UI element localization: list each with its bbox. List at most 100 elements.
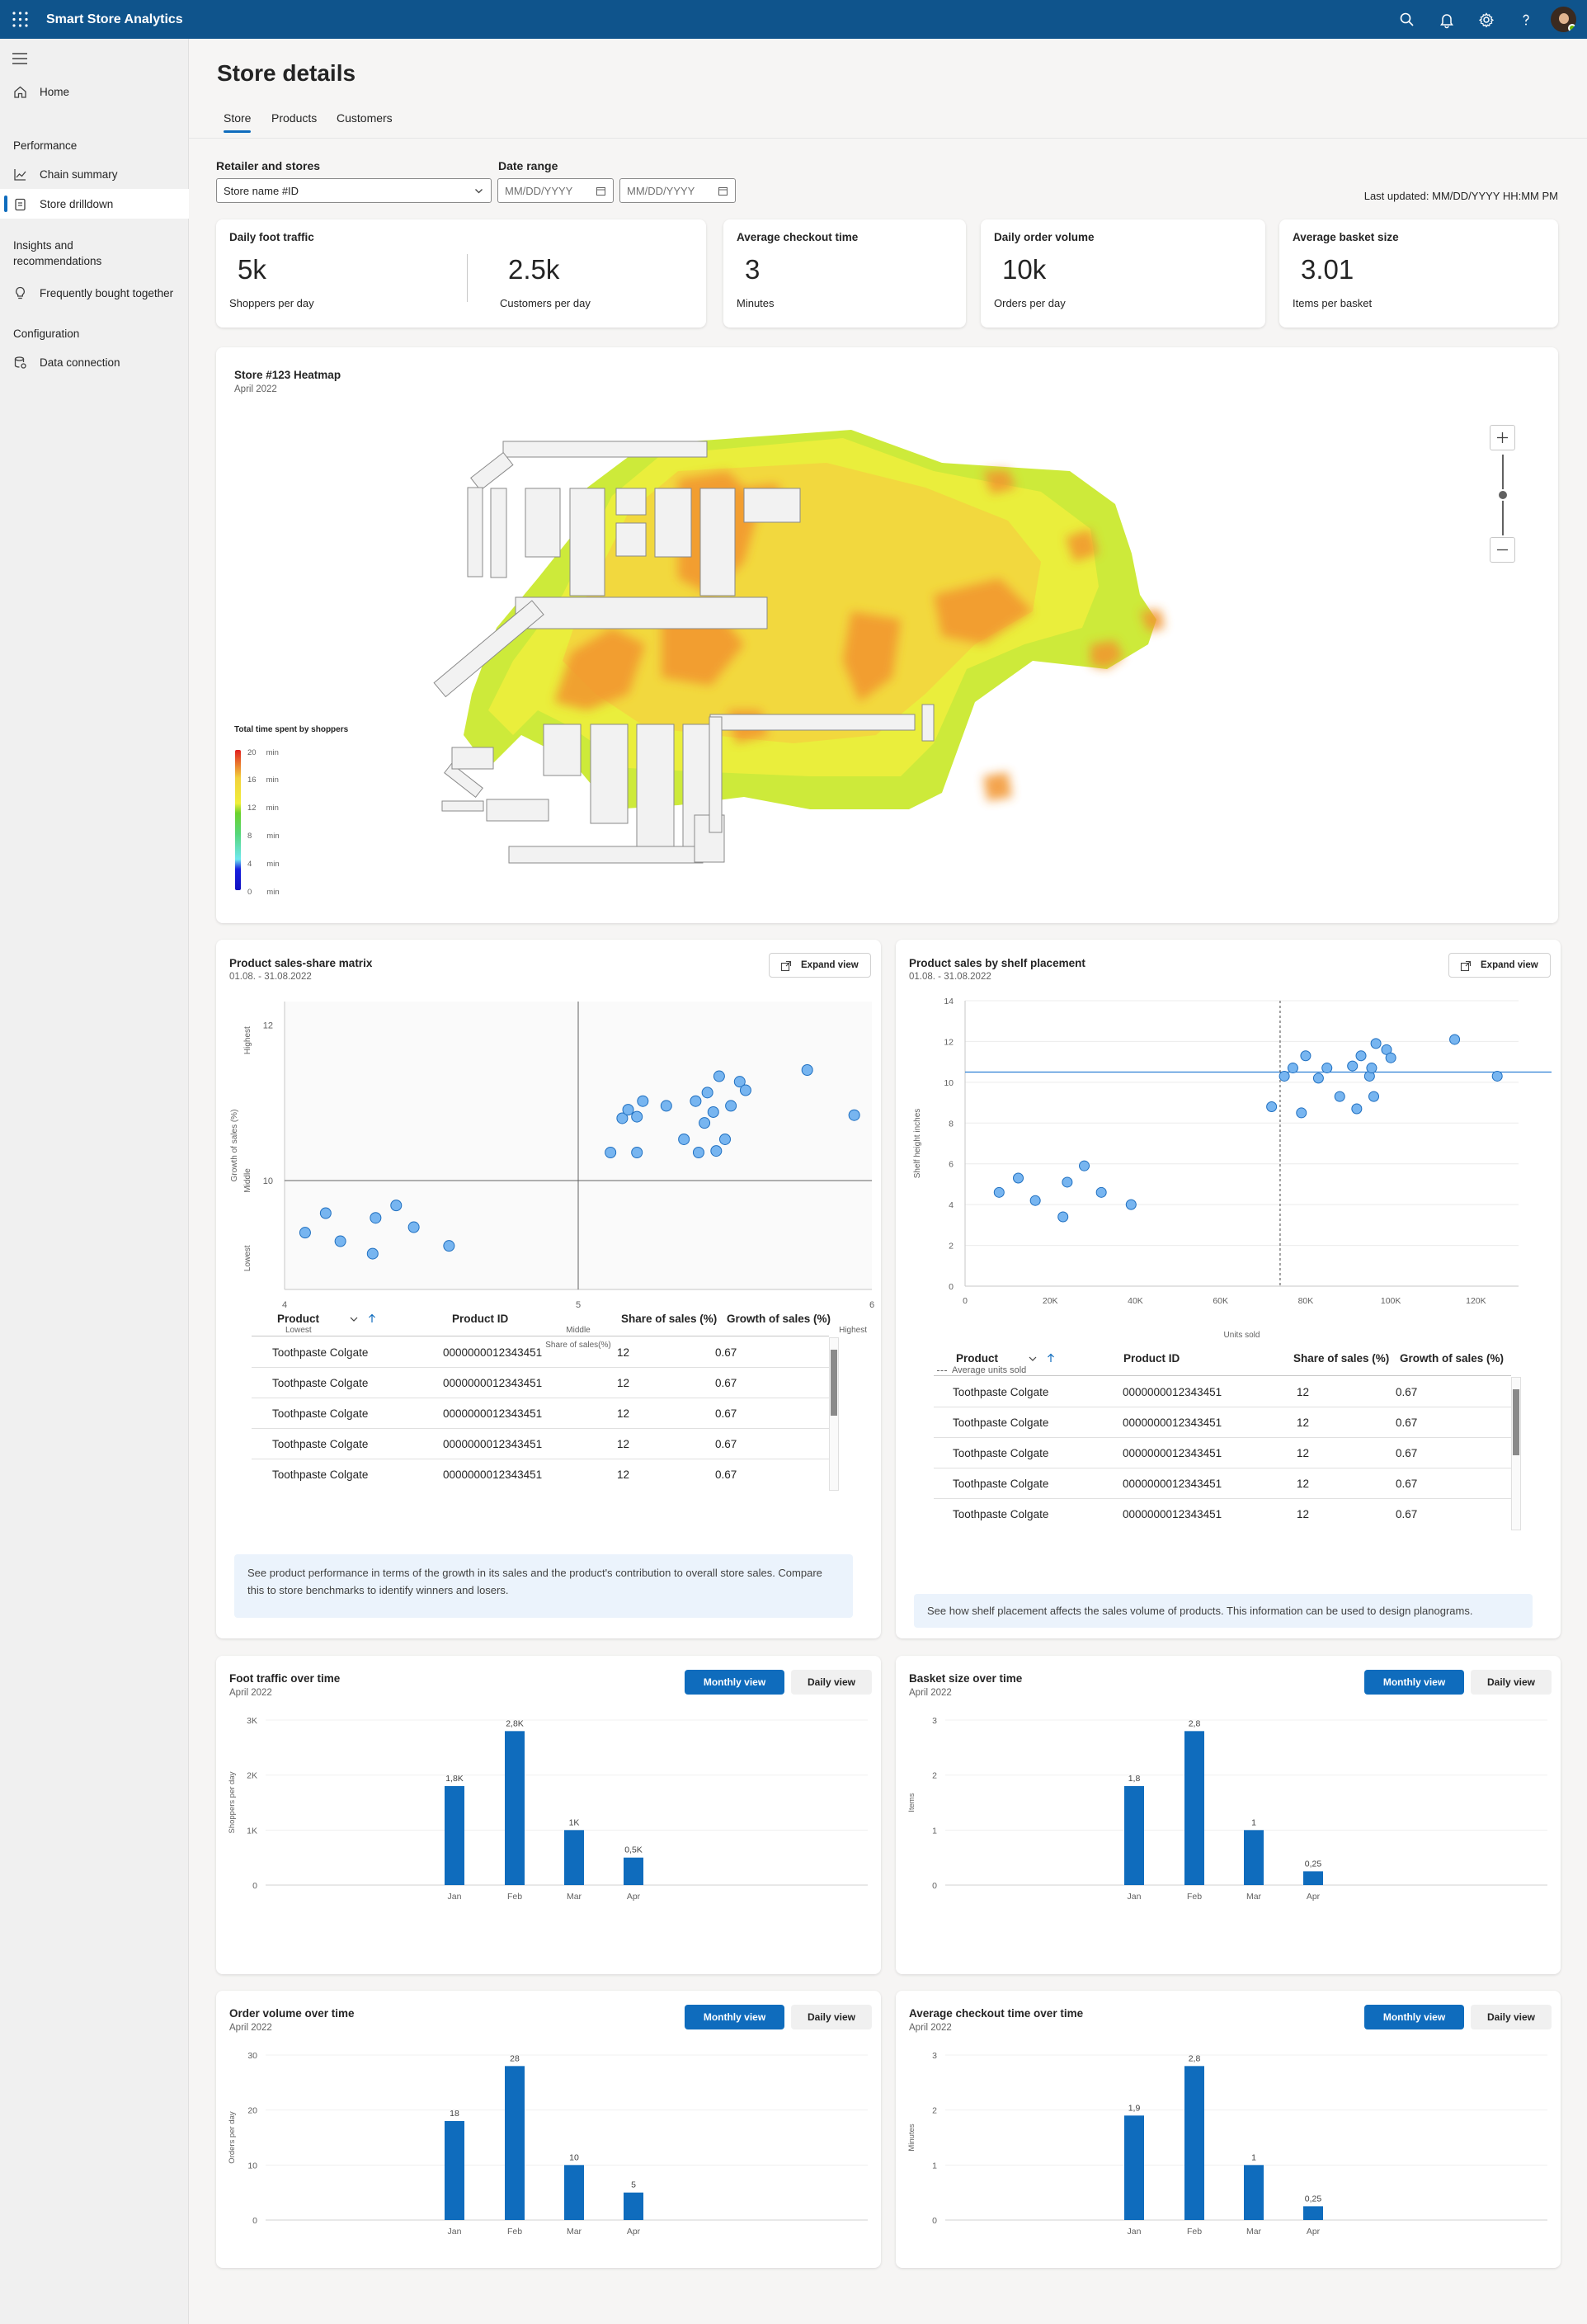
table-scrollbar[interactable] xyxy=(829,1337,839,1491)
zoom-slider[interactable] xyxy=(1495,453,1511,537)
settings-gear-icon[interactable] xyxy=(1476,10,1496,30)
table-row[interactable]: Toothpaste Colgate 0000000012343451 12 0.67 xyxy=(252,1337,829,1368)
app-launcher-icon[interactable] xyxy=(12,11,29,28)
x-tick-label: 80K xyxy=(1298,1296,1314,1306)
presence-status-icon xyxy=(1568,24,1576,32)
monthly-view-button[interactable]: Monthly view xyxy=(685,2005,784,2029)
monthly-view-button[interactable]: Monthly view xyxy=(685,1670,784,1695)
date-from-input[interactable]: MM/DD/YYYY xyxy=(497,178,614,203)
x-tick-label: Apr xyxy=(627,2227,641,2237)
y-tick-label: 4 xyxy=(949,1200,954,1210)
column-header-product-id[interactable]: Product ID xyxy=(1123,1352,1180,1365)
data-point xyxy=(1279,1070,1290,1082)
matrix-description: See product performance in terms of the … xyxy=(234,1554,853,1618)
data-point xyxy=(739,1084,751,1096)
zoom-out-button[interactable] xyxy=(1490,537,1515,563)
data-point xyxy=(1029,1195,1041,1206)
chart-line-icon xyxy=(14,169,26,181)
expand-view-button[interactable]: Expand view xyxy=(769,953,871,978)
table-row[interactable]: Toothpaste Colgate 0000000012343451 12 0.67 xyxy=(934,1377,1511,1407)
kpi-value: 5k xyxy=(238,254,266,285)
scrollbar-thumb[interactable] xyxy=(1513,1389,1519,1455)
column-header-growth[interactable]: Growth of sales (%) xyxy=(1400,1352,1504,1365)
y-tick-label: 8 xyxy=(949,1119,954,1129)
y-tick-label: 1K xyxy=(247,1826,257,1836)
bar xyxy=(1244,1830,1264,1885)
hamburger-menu-icon[interactable] xyxy=(12,52,28,65)
kpi-value: 2.5k xyxy=(508,254,560,285)
checkout-time-card: Average checkout time over time April 202… xyxy=(896,1991,1561,2268)
user-avatar[interactable] xyxy=(1551,7,1576,32)
notification-bell-icon[interactable] xyxy=(1437,10,1457,30)
home-icon xyxy=(14,86,26,98)
table-scrollbar[interactable] xyxy=(1511,1377,1521,1530)
sidebar-item-label: Frequently bought together xyxy=(40,286,174,299)
column-header-product[interactable]: Product xyxy=(277,1313,375,1325)
x-tick-label: Jan xyxy=(448,2227,462,2237)
data-point xyxy=(443,1240,455,1252)
table-row[interactable]: Toothpaste Colgate 0000000012343451 12 0.67 xyxy=(252,1368,829,1398)
data-point xyxy=(660,1100,672,1112)
tab-products[interactable]: Products xyxy=(271,111,317,125)
date-to-input[interactable]: MM/DD/YYYY xyxy=(619,178,736,203)
sidebar-item-home[interactable]: Home xyxy=(0,77,189,106)
data-point xyxy=(1125,1199,1137,1210)
table-row[interactable]: Toothpaste Colgate 0000000012343451 12 0.67 xyxy=(934,1468,1511,1499)
chart-title: Average checkout time over time xyxy=(909,2007,1084,2020)
daily-view-button[interactable]: Daily view xyxy=(791,1670,872,1695)
data-label: 1,8K xyxy=(445,1774,464,1784)
sidebar-item-data-connection[interactable]: Data connection xyxy=(0,347,189,377)
data-point xyxy=(1491,1070,1503,1082)
data-point xyxy=(1013,1172,1024,1184)
table-row[interactable]: Toothpaste Colgate 0000000012343451 12 0.67 xyxy=(934,1438,1511,1468)
chart-subtitle: April 2022 xyxy=(909,1688,952,1698)
column-header-growth[interactable]: Growth of sales (%) xyxy=(727,1313,831,1325)
search-icon[interactable] xyxy=(1397,10,1417,30)
bar xyxy=(1244,2165,1264,2220)
expand-view-button[interactable]: Expand view xyxy=(1448,953,1551,978)
column-header-product[interactable]: Product xyxy=(956,1352,1054,1365)
data-point xyxy=(631,1110,643,1123)
daily-view-button[interactable]: Daily view xyxy=(1471,1670,1552,1695)
date-placeholder: MM/DD/YYYY xyxy=(505,184,573,197)
data-point xyxy=(719,1133,731,1145)
data-label: 2,8 xyxy=(1189,1718,1201,1728)
matrix-subtitle: 01.08. - 31.08.2022 xyxy=(229,972,312,982)
sidebar-item-store-drilldown[interactable]: Store drilldown xyxy=(0,189,189,219)
daily-view-button[interactable]: Daily view xyxy=(1471,2005,1552,2029)
retailer-store-dropdown[interactable]: Store name #ID xyxy=(216,178,492,203)
y-axis-title: Items xyxy=(907,1793,916,1812)
sidebar-item-chain-summary[interactable]: Chain summary xyxy=(0,159,189,189)
column-header-product-id[interactable]: Product ID xyxy=(452,1313,508,1325)
table-row[interactable]: Toothpaste Colgate 0000000012343451 12 0.67 xyxy=(252,1429,829,1459)
data-point xyxy=(1312,1072,1324,1084)
x-tick-label: 40K xyxy=(1128,1296,1143,1306)
monthly-view-button[interactable]: Monthly view xyxy=(1364,1670,1464,1695)
scrollbar-thumb[interactable] xyxy=(831,1350,837,1416)
tab-customers[interactable]: Customers xyxy=(337,111,393,125)
x-tick-label: Apr xyxy=(627,1892,641,1902)
tab-store[interactable]: Store xyxy=(224,111,252,133)
table-row[interactable]: Toothpaste Colgate 0000000012343451 12 0.67 xyxy=(252,1398,829,1429)
y-tick-label: 0 xyxy=(252,2216,257,2226)
app-title: Smart Store Analytics xyxy=(46,12,183,26)
data-point xyxy=(1300,1050,1312,1062)
bar-chart: 0 1 2 3 Minutes 1,9 Jan 2,8 Feb 1 Mar 0,25 Apr xyxy=(907,2051,1547,2237)
data-label: 1 xyxy=(1251,1817,1256,1827)
column-header-share[interactable]: Share of sales (%) xyxy=(621,1313,717,1325)
sidebar-item-frequently-bought[interactable]: Frequently bought together xyxy=(0,278,189,308)
sidebar-item-label: Data connection xyxy=(40,356,120,369)
zoom-in-button[interactable] xyxy=(1490,425,1515,450)
clipboard-icon xyxy=(15,198,26,211)
data-point xyxy=(1347,1060,1359,1072)
table-row[interactable]: Toothpaste Colgate 0000000012343451 12 0.67 xyxy=(934,1407,1511,1438)
daily-view-button[interactable]: Daily view xyxy=(791,2005,872,2029)
sidebar: Home Performance Chain summary Store dri… xyxy=(0,39,189,2324)
table-row[interactable]: Toothpaste Colgate 0000000012343451 12 0.67 xyxy=(252,1459,829,1490)
monthly-view-button[interactable]: Monthly view xyxy=(1364,2005,1464,2029)
column-header-share[interactable]: Share of sales (%) xyxy=(1293,1352,1389,1365)
table-row[interactable]: Toothpaste Colgate 0000000012343451 12 0.67 xyxy=(934,1499,1511,1530)
calendar-icon xyxy=(718,187,728,196)
help-icon[interactable] xyxy=(1516,10,1536,30)
chart-title: Basket size over time xyxy=(909,1672,1023,1685)
